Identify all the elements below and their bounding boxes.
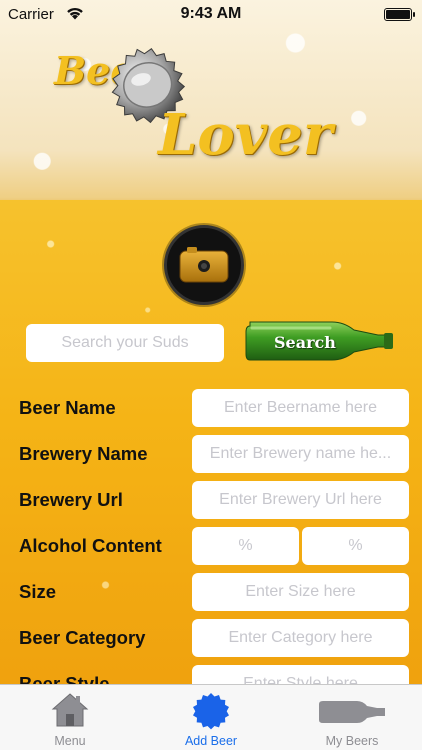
tab-menu-label: Menu — [54, 734, 86, 748]
brewery-name-field[interactable] — [192, 435, 409, 473]
tab-menu[interactable]: Menu — [0, 685, 140, 750]
tab-my-beers[interactable]: My Beers — [282, 685, 422, 750]
search-input[interactable] — [26, 324, 224, 362]
tab-bar: Menu Add Beer My Beers — [0, 684, 422, 750]
beer-name-label: Beer Name — [19, 397, 116, 418]
alcohol-content-field-1[interactable] — [192, 527, 299, 565]
clock: 9:43 AM — [180, 5, 242, 22]
bottle-cap-icon — [193, 693, 229, 730]
form-row-alcohol-content: Alcohol Content — [0, 527, 422, 565]
battery-icon — [384, 8, 415, 21]
brewery-url-label: Brewery Url — [19, 489, 123, 510]
form-row-size: Size — [0, 573, 422, 611]
tab-add-beer[interactable]: Add Beer — [141, 685, 281, 750]
size-field[interactable] — [192, 573, 409, 611]
app-logo: Beer Lover — [50, 40, 380, 180]
form-row-beer-category: Beer Category — [0, 619, 422, 657]
alcohol-content-label: Alcohol Content — [19, 535, 162, 556]
brewery-url-field[interactable] — [192, 481, 409, 519]
tab-my-beers-label: My Beers — [325, 734, 379, 748]
camera-button[interactable] — [164, 225, 244, 305]
form-row-brewery-name: Brewery Name — [0, 435, 422, 473]
tab-add-beer-label: Add Beer — [184, 734, 238, 748]
size-label: Size — [19, 581, 57, 602]
alcohol-content-field-2[interactable] — [302, 527, 409, 565]
beer-category-label: Beer Category — [19, 627, 146, 648]
status-bar: Carrier 9:43 AM — [0, 0, 422, 30]
camera-icon — [179, 247, 229, 283]
logo-word-lover: Lover — [158, 102, 333, 168]
form-row-brewery-url: Brewery Url — [0, 481, 422, 519]
beer-category-field[interactable] — [192, 619, 409, 657]
brewery-name-label: Brewery Name — [19, 443, 148, 464]
house-icon — [51, 693, 89, 727]
beer-name-field[interactable] — [192, 389, 409, 427]
search-button[interactable]: Search — [244, 318, 396, 368]
search-button-label: Search — [274, 333, 336, 352]
form-row-beer-name: Beer Name — [0, 389, 422, 427]
bottle-icon — [319, 701, 385, 723]
